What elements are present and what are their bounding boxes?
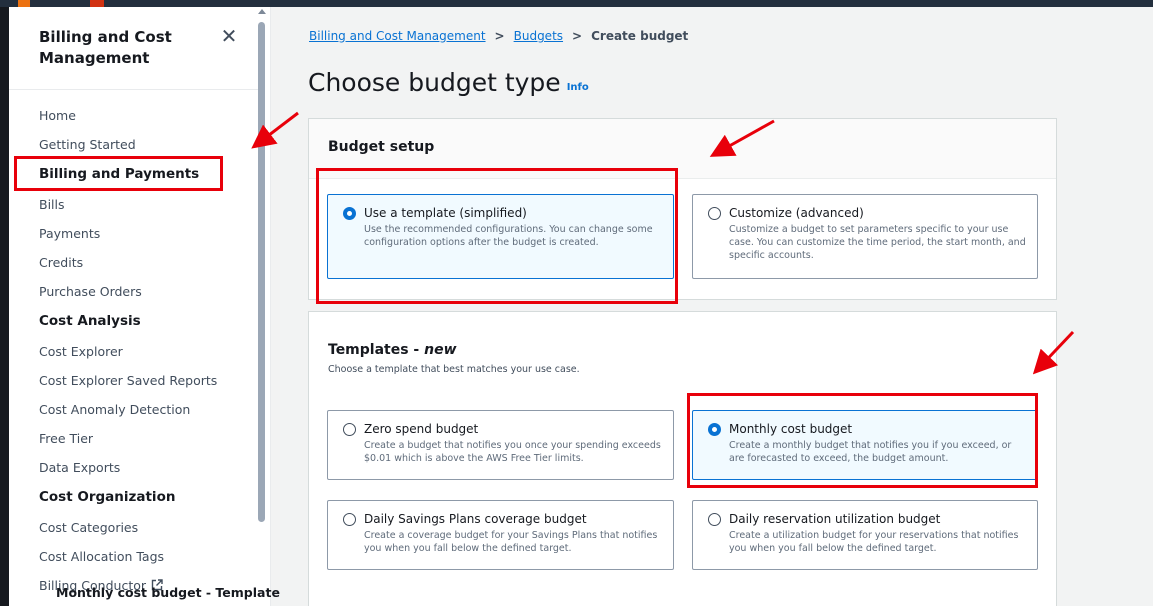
new-badge: new xyxy=(424,342,457,358)
nav-item-data-exports[interactable]: Data Exports xyxy=(39,453,259,482)
page-title-text: Choose budget type xyxy=(308,68,561,97)
breadcrumb: Billing and Cost Management > Budgets > Crea… xyxy=(309,29,688,43)
nav-item-cost-anomaly-detection[interactable]: Cost Anomaly Detection xyxy=(39,395,259,424)
radio-button[interactable] xyxy=(343,423,356,436)
option-label: Daily reservation utilization budget xyxy=(729,512,941,526)
main-content: Billing and Cost Management > Budgets > Crea… xyxy=(271,7,1153,606)
nav-item-getting-started[interactable]: Getting Started xyxy=(39,130,259,159)
budget-setup-panel: Budget setup Use a template (simplified)… xyxy=(308,118,1057,300)
nav-section-cost-analysis: Cost Analysis xyxy=(39,313,141,329)
nav-item-cost-allocation-tags[interactable]: Cost Allocation Tags xyxy=(39,542,259,571)
templates-panel: Templates - new Choose a template that b… xyxy=(308,311,1057,606)
radio-button[interactable] xyxy=(708,423,721,436)
radio-button[interactable] xyxy=(343,513,356,526)
option-label: Use a template (simplified) xyxy=(364,206,527,220)
radio-button[interactable] xyxy=(708,513,721,526)
sidebar-scrollbar[interactable] xyxy=(258,22,265,522)
chevron-right-icon: > xyxy=(494,29,505,43)
option-label: Customize (advanced) xyxy=(729,206,864,220)
template-zero-spend[interactable]: Zero spend budget Create a budget that n… xyxy=(327,410,674,480)
nav-section-cost-organization: Cost Organization xyxy=(39,489,176,505)
templates-description: Choose a template that best matches your… xyxy=(328,364,580,375)
option-label: Zero spend budget xyxy=(364,422,479,436)
template-reservation-utilization[interactable]: Daily reservation utilization budget Cre… xyxy=(692,500,1038,570)
nav-item-payments[interactable]: Payments xyxy=(39,219,259,248)
nav-item-bills[interactable]: Bills xyxy=(39,190,259,219)
close-icon[interactable]: ✕ xyxy=(218,25,240,47)
option-description: Create a budget that notifies you once y… xyxy=(364,440,661,464)
chevron-right-icon: > xyxy=(572,29,583,43)
scroll-up-arrow-icon[interactable] xyxy=(258,9,266,14)
nav-item-cost-explorer-saved-reports[interactable]: Cost Explorer Saved Reports xyxy=(39,366,259,395)
option-description: Create a utilization budget for your res… xyxy=(729,530,1019,554)
top-navigation-bar xyxy=(0,0,1153,7)
side-navigation: Billing and Cost Management ✕ Home Getti… xyxy=(9,7,271,606)
service-icon[interactable] xyxy=(18,0,30,7)
nav-item-purchase-orders[interactable]: Purchase Orders xyxy=(39,277,259,306)
nav-item-home[interactable]: Home xyxy=(39,101,259,130)
option-description: Create a coverage budget for your Saving… xyxy=(364,530,658,554)
breadcrumb-current: Create budget xyxy=(591,29,689,43)
nav-section-billing-and-payments[interactable]: Billing and Payments xyxy=(39,159,259,190)
nav-list: Home Getting Started Billing and Payment… xyxy=(39,101,259,600)
side-navigation-title: Billing and Cost Management xyxy=(39,28,172,67)
page-title: Choose budget type Info xyxy=(308,68,589,97)
service-icon[interactable] xyxy=(90,0,104,7)
option-description: Create a monthly budget that notifies yo… xyxy=(729,440,1012,464)
template-section-heading: Monthly cost budget - Template xyxy=(56,585,280,600)
budget-setup-title: Budget setup xyxy=(328,139,435,155)
nav-item-cost-explorer[interactable]: Cost Explorer xyxy=(39,337,259,366)
templates-title: Templates - new xyxy=(328,342,457,358)
option-label: Monthly cost budget xyxy=(729,422,853,436)
template-savings-plans-coverage[interactable]: Daily Savings Plans coverage budget Crea… xyxy=(327,500,674,570)
breadcrumb-link-budgets[interactable]: Budgets xyxy=(514,29,563,43)
breadcrumb-link-billing[interactable]: Billing and Cost Management xyxy=(309,29,486,43)
divider xyxy=(9,89,259,90)
radio-button[interactable] xyxy=(343,207,356,220)
templates-title-text: Templates - xyxy=(328,342,425,358)
option-label: Daily Savings Plans coverage budget xyxy=(364,512,587,526)
template-monthly-cost[interactable]: Monthly cost budget Create a monthly bud… xyxy=(692,410,1038,480)
option-customize-advanced[interactable]: Customize (advanced) Customize a budget … xyxy=(692,194,1038,279)
nav-item-cost-categories[interactable]: Cost Categories xyxy=(39,513,259,542)
info-link[interactable]: Info xyxy=(567,82,589,93)
radio-button[interactable] xyxy=(708,207,721,220)
option-description: Use the recommended configurations. You … xyxy=(364,224,653,248)
nav-item-free-tier[interactable]: Free Tier xyxy=(39,424,259,453)
option-description: Customize a budget to set parameters spe… xyxy=(729,224,1026,261)
nav-item-credits[interactable]: Credits xyxy=(39,248,259,277)
option-use-template[interactable]: Use a template (simplified) Use the reco… xyxy=(327,194,674,279)
